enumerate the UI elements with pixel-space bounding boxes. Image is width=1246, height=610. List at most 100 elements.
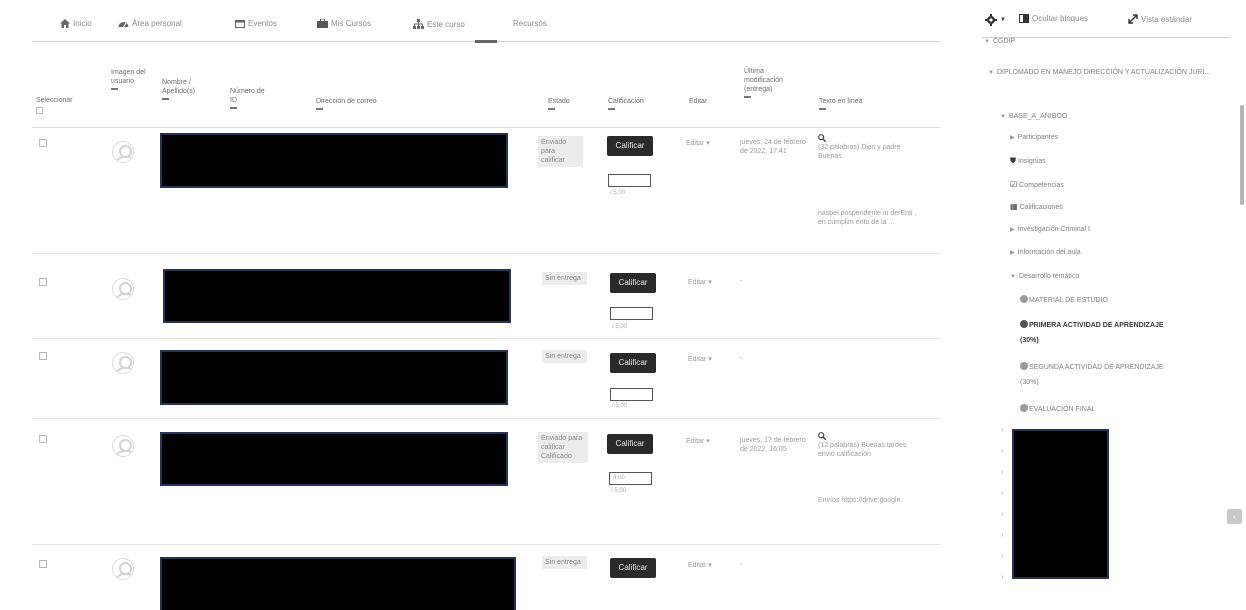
- nav-events-label: Eventos: [248, 19, 277, 28]
- nav-my-courses[interactable]: Mis Cursos: [317, 19, 371, 28]
- avatar: [112, 278, 134, 300]
- nav-home-label: Inicio: [73, 19, 92, 28]
- hide-blocks-label: Ocultar bloques: [1032, 14, 1089, 23]
- grade-button[interactable]: Calificar: [610, 353, 656, 373]
- grade-input[interactable]: [610, 307, 653, 320]
- activity-icon: [1020, 404, 1028, 412]
- last-modified: jueves, 24 de febrero de 2022, 17:41: [740, 139, 806, 155]
- row-checkbox[interactable]: [39, 435, 47, 443]
- redacted-user-info: [160, 133, 508, 188]
- online-text: (32 palabras) Dios y padre Buenas: [818, 134, 922, 161]
- edit-menu[interactable]: Editar ▾: [688, 278, 712, 286]
- last-modified: jueves, 17 de febrero de 2022, 16:05: [740, 437, 806, 453]
- nav-section-3[interactable]: ▼ Desarrollo temático: [1010, 272, 1079, 282]
- header-divider: [32, 127, 940, 128]
- grade-button[interactable]: Calificar: [607, 136, 653, 156]
- sort-icon[interactable]: [744, 96, 751, 98]
- header-picture: Imagen del usuario: [111, 68, 151, 90]
- nav-activity-final[interactable]: EVALUACIÓN FINAL: [1020, 404, 1095, 414]
- standard-view-label: Vista estándar: [1141, 14, 1192, 24]
- sort-icon[interactable]: [162, 98, 169, 100]
- nav-activity-material[interactable]: MATERIAL DE ESTUDIO: [1020, 295, 1108, 305]
- nav-grades[interactable]: ▦ Calificaciones: [1010, 202, 1063, 212]
- nav-section-1[interactable]: ▶ Investigación Criminal I: [1010, 225, 1090, 235]
- checkbox-icon: ☑: [1010, 180, 1018, 189]
- sort-icon[interactable]: [230, 107, 237, 109]
- chevron-right-icon[interactable]: ›: [1001, 469, 1003, 476]
- row-checkbox[interactable]: [39, 560, 47, 568]
- nav-section-2[interactable]: ▶ Información del aula: [1010, 248, 1081, 258]
- sort-icon[interactable]: [111, 88, 118, 90]
- edit-menu[interactable]: Editar ▾: [686, 139, 710, 147]
- grade-input[interactable]: [610, 388, 653, 401]
- online-text-excerpt: Envíos https://drive.google.: [818, 497, 903, 504]
- search-plus-icon[interactable]: [818, 134, 826, 142]
- row-checkbox[interactable]: [39, 278, 47, 286]
- nav-resources[interactable]: Recursos: [513, 19, 547, 28]
- grade-button[interactable]: Calificar: [610, 558, 656, 578]
- online-text-excerpt: naspel pospendente in derEnti , en cumpl…: [818, 210, 917, 226]
- nav-participants[interactable]: ▶ Participantes: [1010, 133, 1058, 143]
- grade-scale: / 5,00: [611, 488, 627, 494]
- grade-button[interactable]: Calificar: [610, 273, 656, 293]
- chevron-right-icon[interactable]: ›: [1001, 532, 1003, 539]
- search-plus-icon[interactable]: [818, 432, 826, 440]
- last-modified: -: [740, 355, 743, 362]
- nav-badges[interactable]: ⛊ Insignias: [1010, 156, 1046, 166]
- hide-blocks-link[interactable]: Ocultar bloques: [1019, 14, 1088, 23]
- vertical-scrollbar[interactable]: [1240, 105, 1244, 205]
- standard-view-link[interactable]: Vista estándar: [1128, 14, 1192, 24]
- dock-button[interactable]: ‹: [1227, 509, 1242, 524]
- grade-button[interactable]: Calificar: [607, 434, 653, 454]
- nav-events[interactable]: Eventos: [235, 19, 277, 28]
- dashboard-icon: [118, 22, 129, 28]
- grade-input[interactable]: [608, 174, 651, 187]
- sort-icon[interactable]: [608, 108, 615, 110]
- nav-activity-first[interactable]: PRIMERA ACTIVIDAD DE APRENDIZAJE (30%): [1020, 318, 1170, 348]
- header-name[interactable]: Nombre / Apellido(s): [162, 78, 210, 100]
- chevron-right-icon[interactable]: ›: [1001, 574, 1003, 581]
- nav-home[interactable]: Inicio: [60, 19, 92, 28]
- grade-scale: / 5,00: [612, 403, 628, 409]
- online-text-summary: (32 palabras) Dios y padre Buenas: [818, 144, 901, 160]
- chevron-right-icon[interactable]: ›: [1001, 553, 1003, 560]
- sort-icon[interactable]: [316, 108, 323, 110]
- settings-menu[interactable]: ▼: [985, 14, 1006, 26]
- chevron-right-icon[interactable]: ›: [1001, 427, 1003, 434]
- sort-icon[interactable]: [819, 108, 826, 110]
- header-onlinetext[interactable]: Texto en línea: [819, 97, 863, 110]
- avatar: [112, 558, 134, 580]
- nav-dashboard[interactable]: Área personal: [118, 19, 182, 28]
- row-divider: [32, 338, 940, 339]
- header-email[interactable]: Dirección de correo: [316, 97, 377, 110]
- header-idnumber[interactable]: Número de ID: [230, 87, 272, 109]
- edit-menu[interactable]: Editar ▾: [686, 437, 710, 445]
- nav-node-course-short[interactable]: ▼ BASE_A_ANIBOO: [1000, 112, 1067, 122]
- header-grade[interactable]: Calificación: [608, 97, 644, 110]
- nav-node-top[interactable]: ▼ CGDIP: [984, 37, 1015, 47]
- triangle-right-icon: ▶: [1010, 135, 1015, 141]
- triangle-down-icon: ▼: [1010, 274, 1016, 280]
- nav-competencies[interactable]: ☑ Competencias: [1010, 180, 1064, 190]
- nav-activity-second[interactable]: SEGUNDA ACTIVIDAD DE APRENDIZAJE (30%): [1020, 360, 1170, 390]
- chevron-right-icon[interactable]: ›: [1001, 511, 1003, 518]
- nav-this-course[interactable]: Este curso: [413, 19, 465, 29]
- row-checkbox[interactable]: [39, 352, 47, 360]
- blocks-icon: [1019, 14, 1029, 23]
- sort-icon[interactable]: [548, 108, 555, 110]
- select-all-checkbox[interactable]: [36, 107, 43, 114]
- online-text: (12 palabras) Buenas tardes envió califi…: [818, 432, 922, 459]
- grade-input[interactable]: 4,00: [609, 472, 652, 485]
- header-lastmod[interactable]: Última modificación (entrega): [744, 67, 804, 98]
- status-badge: Sin entrega: [542, 350, 587, 363]
- header-select[interactable]: Seleccionar: [36, 96, 73, 114]
- row-checkbox[interactable]: [39, 139, 47, 147]
- grade-scale: / 5,00: [612, 324, 628, 330]
- grade-scale: / 5,00: [610, 190, 626, 196]
- nav-node-course[interactable]: ▼ DIPLOMADO EN MANEJO DIRECCIÓN Y ACTUALI…: [988, 66, 1220, 80]
- edit-menu[interactable]: Editar ▾: [688, 561, 712, 569]
- chevron-right-icon[interactable]: ›: [1001, 448, 1003, 455]
- edit-menu[interactable]: Editar ▾: [688, 355, 712, 363]
- header-status[interactable]: Estado: [548, 97, 570, 110]
- chevron-right-icon[interactable]: ›: [1001, 490, 1003, 497]
